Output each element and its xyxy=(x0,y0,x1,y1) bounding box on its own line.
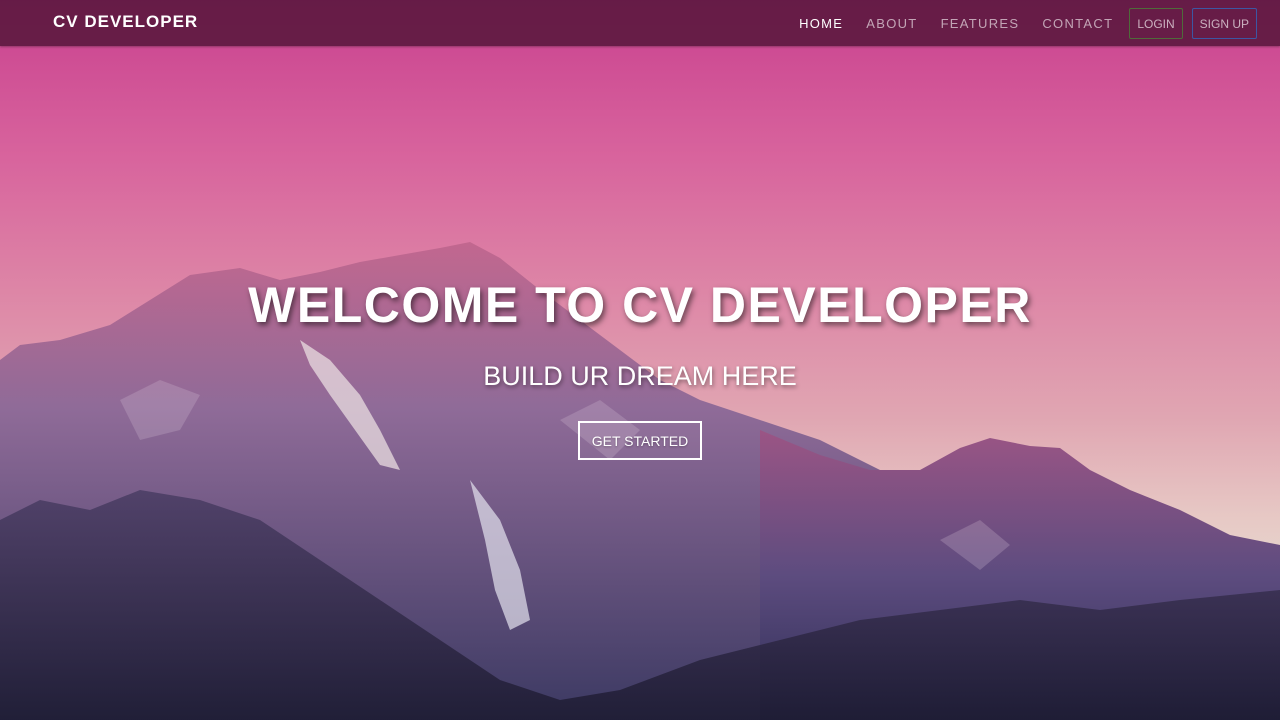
landing-page: CV DEVELOPER HOME ABOUT FEATURES CONTACT… xyxy=(0,0,1280,720)
signup-button[interactable]: SIGN UP xyxy=(1191,7,1257,39)
brand-logo[interactable]: CV DEVELOPER xyxy=(53,12,198,32)
nav-link-contact[interactable]: CONTACT xyxy=(1042,16,1113,31)
top-navbar: CV DEVELOPER HOME ABOUT FEATURES CONTACT… xyxy=(0,0,1280,46)
nav-links: HOME ABOUT FEATURES CONTACT LOGIN SIGN U… xyxy=(799,0,1280,46)
login-button[interactable]: LOGIN xyxy=(1129,7,1183,39)
hero-content: WELCOME TO CV DEVELOPER BUILD UR DREAM H… xyxy=(0,270,1280,460)
get-started-button[interactable]: GET STARTED xyxy=(578,421,702,460)
nav-link-home[interactable]: HOME xyxy=(799,16,843,31)
hero-title: WELCOME TO CV DEVELOPER xyxy=(248,277,1032,333)
hero-subtitle: BUILD UR DREAM HERE xyxy=(483,361,797,391)
nav-link-about[interactable]: ABOUT xyxy=(866,16,917,31)
nav-link-features[interactable]: FEATURES xyxy=(941,16,1020,31)
